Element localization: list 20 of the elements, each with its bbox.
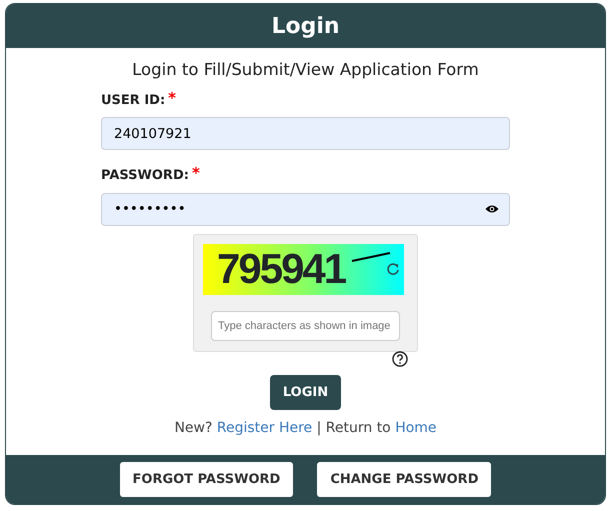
user-id-label: USER ID: [101,92,166,110]
help-icon[interactable] [392,350,408,367]
password-label: PASSWORD: [101,167,189,186]
refresh-icon[interactable] [386,262,400,276]
change-password-button[interactable]: CHANGE PASSWORD [317,462,492,498]
forgot-password-button[interactable]: FORGOT PASSWORD [120,462,294,498]
form-subtitle: Login to Fill/Submit/View Application Form [131,59,480,81]
login-button[interactable]: LOGIN [270,374,342,410]
register-link[interactable]: Register Here [216,420,312,436]
captcha-input[interactable]: Type characters as shown in image [211,310,400,341]
user-id-field[interactable]: 240107921 [101,117,510,150]
strike-line [351,250,391,262]
eye-icon[interactable] [485,204,499,214]
home-link[interactable]: Home [395,420,437,436]
login-title: Login [271,12,340,40]
register-text: New? Register Here | Return to Home [173,419,438,438]
captcha-text: 795941 [217,248,346,290]
password-field[interactable]: ••••••••• [101,192,510,226]
required-mark: * [192,163,200,184]
required-mark: * [168,88,176,109]
